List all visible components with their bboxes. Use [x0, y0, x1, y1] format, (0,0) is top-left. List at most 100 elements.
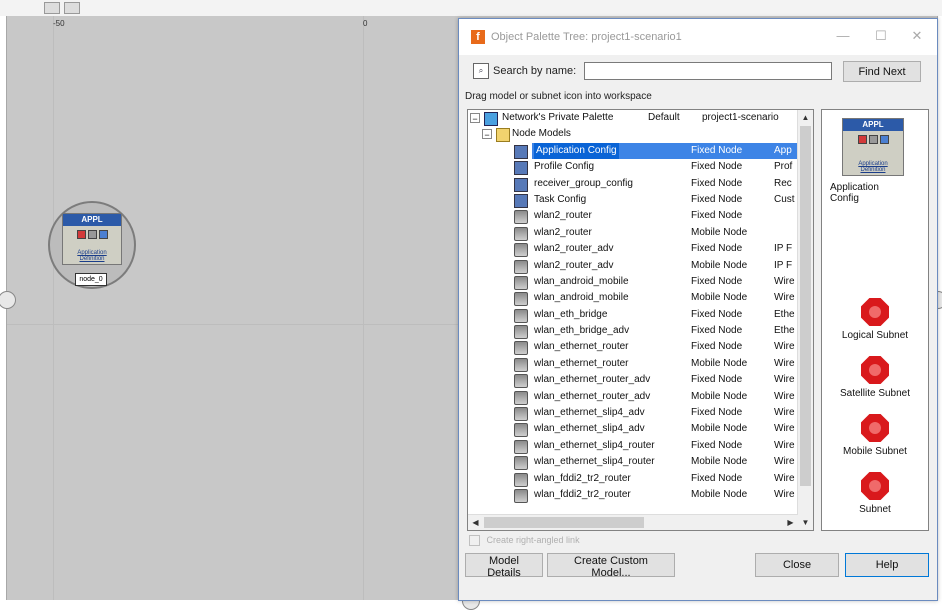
- subnet-label: Logical Subnet: [841, 330, 909, 341]
- scroll-up-icon[interactable]: ▲: [798, 110, 813, 125]
- tree-row-type: Mobile Node: [691, 390, 748, 402]
- search-input[interactable]: [584, 62, 832, 80]
- application-definition-icon[interactable]: APPL Application Definition: [842, 118, 904, 176]
- tree-row[interactable]: wlan_ethernet_slip4_router Mobile Node Wir…: [468, 454, 798, 471]
- tree-row-name: receiver_group_config: [534, 177, 633, 189]
- tree-row[interactable]: wlan_eth_bridge_adv Fixed Node Ethe: [468, 323, 798, 340]
- tree-row-desc: Wire: [774, 472, 795, 484]
- tree-row-type: Fixed Node: [691, 243, 743, 255]
- tree-row[interactable]: wlan_ethernet_router_adv Fixed Node Wire: [468, 372, 798, 389]
- tree-row[interactable]: Application Config Fixed Node App: [468, 142, 798, 159]
- tree-row[interactable]: wlan_ethernet_slip4_adv Fixed Node Wire: [468, 405, 798, 422]
- tree-row-desc: Wire: [774, 439, 795, 451]
- object-palette-dialog: f Object Palette Tree: project1-scenario…: [458, 18, 938, 601]
- tree-row-type: Mobile Node: [691, 357, 748, 369]
- node-label[interactable]: node_0: [75, 273, 107, 286]
- logical-subnet-item[interactable]: Logical Subnet: [822, 298, 928, 341]
- tree-row-type: Fixed Node: [691, 472, 743, 484]
- toolbar-icon[interactable]: [64, 2, 80, 14]
- tree-row-name: Application Config: [534, 142, 619, 159]
- tree-row[interactable]: wlan_android_mobile Fixed Node Wire: [468, 274, 798, 290]
- tree-row[interactable]: wlan_android_mobile Mobile Node Wire: [468, 290, 798, 307]
- tree-row-type: Mobile Node: [691, 226, 748, 238]
- appl-caption: Application Definition: [77, 250, 107, 262]
- tree-row-desc: Wire: [774, 488, 795, 500]
- tree-row-name: wlan_ethernet_slip4_router: [534, 439, 655, 451]
- phone-icon: [514, 275, 528, 290]
- tree-horizontal-scrollbar[interactable]: ◀ ▶: [468, 514, 798, 530]
- tree-row-name: wlan_android_mobile: [534, 292, 629, 304]
- mobile-subnet-item[interactable]: Mobile Subnet: [822, 414, 928, 457]
- tree-row-name: wlan_eth_bridge_adv: [534, 325, 630, 337]
- tree-root-row[interactable]: − Network's Private Palette Default proj…: [468, 110, 798, 126]
- tree-row-type: Fixed Node: [691, 210, 743, 222]
- tree-row[interactable]: wlan_fddi2_tr2_router Mobile Node Wire: [468, 487, 798, 503]
- tree-row-type: Fixed Node: [691, 275, 743, 287]
- tree-row-type: Fixed Node: [691, 341, 743, 353]
- tree-row-desc: Wire: [774, 275, 795, 287]
- tree-root-type: Default: [648, 112, 680, 123]
- subnet-item[interactable]: Subnet: [822, 472, 928, 515]
- subnet-icon: [861, 356, 889, 384]
- scroll-left-icon[interactable]: ◀: [468, 515, 483, 530]
- close-button[interactable]: Close: [755, 553, 839, 577]
- tree-row-desc: Wire: [774, 374, 795, 386]
- model-details-button[interactable]: Model Details: [465, 553, 543, 579]
- find-next-button[interactable]: Find Next: [843, 61, 921, 82]
- tree-row[interactable]: wlan2_router_adv Mobile Node IP F: [468, 258, 798, 274]
- tree-row-name: wlan2_router: [534, 226, 592, 238]
- application-definition-node[interactable]: APPL Application Definition: [62, 213, 122, 265]
- close-icon[interactable]: ✕: [907, 27, 927, 45]
- tree-row-desc: IP F: [774, 259, 793, 271]
- tree-row[interactable]: wlan_ethernet_router_adv Mobile Node Wire: [468, 389, 798, 405]
- router-icon: [514, 488, 528, 503]
- tree-row[interactable]: receiver_group_config Fixed Node Rec: [468, 176, 798, 192]
- right-angled-link-option: Create right-angled link: [469, 535, 580, 547]
- tree-row[interactable]: wlan_ethernet_slip4_adv Mobile Node Wire: [468, 421, 798, 438]
- collapse-icon[interactable]: −: [470, 113, 480, 124]
- palette-tree[interactable]: − Network's Private Palette Default proj…: [467, 109, 814, 531]
- tree-row-type: Mobile Node: [691, 456, 748, 468]
- tree-row[interactable]: wlan2_router Mobile Node: [468, 225, 798, 241]
- folder-icon: [496, 128, 510, 143]
- create-custom-model-button[interactable]: Create Custom Model...: [547, 553, 675, 579]
- tree-row-desc: Ethe: [774, 325, 795, 337]
- tree-row[interactable]: Profile Config Fixed Node Prof: [468, 159, 798, 176]
- tree-row-name: wlan_eth_bridge: [534, 308, 608, 320]
- tree-vertical-scrollbar[interactable]: ▲ ▼: [797, 110, 813, 530]
- tree-row[interactable]: wlan_ethernet_router Fixed Node Wire: [468, 339, 798, 356]
- toolbar-icon[interactable]: [44, 2, 60, 14]
- tree-row[interactable]: wlan_fddi2_tr2_router Fixed Node Wire: [468, 471, 798, 487]
- scroll-thumb[interactable]: [484, 517, 644, 528]
- tree-group-name: Node Models: [512, 128, 571, 140]
- cfg-icon: [514, 161, 528, 176]
- minimize-icon[interactable]: —: [833, 27, 853, 45]
- cfg-icon: [514, 193, 528, 208]
- tree-row[interactable]: wlan_eth_bridge Fixed Node Ethe: [468, 307, 798, 323]
- router-icon: [514, 243, 528, 258]
- scroll-right-icon[interactable]: ▶: [783, 515, 798, 530]
- tree-row-name: Profile Config: [534, 161, 595, 173]
- tree-row[interactable]: Task Config Fixed Node Cust: [468, 192, 798, 208]
- scroll-thumb[interactable]: [800, 126, 811, 486]
- tree-row[interactable]: wlan2_router Fixed Node: [468, 208, 798, 225]
- tree-row[interactable]: wlan_ethernet_router Mobile Node Wire: [468, 356, 798, 372]
- tree-row-desc: Wire: [774, 357, 795, 369]
- collapse-icon[interactable]: −: [482, 129, 492, 140]
- tree-row-name: wlan_ethernet_slip4_router: [534, 456, 655, 468]
- help-button[interactable]: Help: [845, 553, 929, 577]
- scroll-down-icon[interactable]: ▼: [798, 515, 813, 530]
- tree-group-row[interactable]: − Node Models: [468, 126, 798, 143]
- tree-row[interactable]: wlan2_router_adv Fixed Node IP F: [468, 241, 798, 258]
- ruler-label: -50: [53, 19, 65, 28]
- appl-title: APPL: [63, 214, 121, 226]
- right-angled-link-checkbox: [469, 535, 480, 547]
- router-icon: [514, 259, 528, 274]
- dialog-titlebar[interactable]: f Object Palette Tree: project1-scenario…: [459, 19, 937, 55]
- maximize-icon[interactable]: ☐: [871, 27, 891, 45]
- router-icon: [514, 472, 528, 487]
- tree-row[interactable]: wlan_ethernet_slip4_router Fixed Node Wire: [468, 438, 798, 454]
- tree-row-desc: Wire: [774, 456, 795, 468]
- pan-handle-left[interactable]: [0, 291, 16, 309]
- satellite-subnet-item[interactable]: Satellite Subnet: [822, 356, 928, 399]
